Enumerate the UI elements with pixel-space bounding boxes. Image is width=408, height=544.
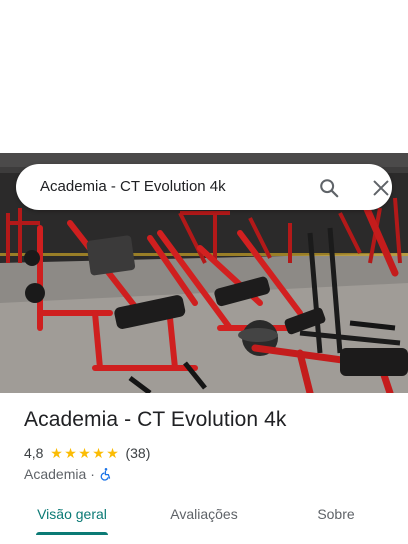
tab-reviews[interactable]: Avaliações	[156, 496, 252, 534]
place-category: Academia	[24, 466, 87, 482]
blank-area	[0, 0, 408, 153]
star-icon: ★	[92, 445, 105, 461]
review-count[interactable]: (38)	[125, 445, 150, 461]
star-icon: ★	[50, 445, 63, 461]
place-title: Academia - CT Evolution 4k	[24, 408, 287, 431]
tab-overview[interactable]: Visão geral	[24, 496, 120, 534]
star-icon: ★	[64, 445, 77, 461]
separator-dot: ·	[90, 466, 95, 482]
active-tab-indicator	[36, 532, 108, 535]
tab-about[interactable]: Sobre	[296, 496, 376, 534]
star-icon: ★	[106, 445, 119, 461]
category-row: Academia ·	[24, 465, 113, 483]
close-icon[interactable]	[370, 177, 392, 199]
search-bar[interactable]: Academia - CT Evolution 4k	[16, 164, 392, 210]
star-rating: ★ ★ ★ ★ ★	[49, 446, 119, 460]
star-icon: ★	[78, 445, 91, 461]
rating-row[interactable]: 4,8 ★ ★ ★ ★ ★ (38)	[24, 444, 150, 462]
tab-bar: Visão geral Avaliações Sobre	[0, 496, 408, 544]
rating-value: 4,8	[24, 445, 44, 461]
search-icon[interactable]	[318, 177, 340, 199]
wheelchair-icon	[99, 467, 113, 481]
search-input[interactable]: Academia - CT Evolution 4k	[40, 164, 226, 210]
